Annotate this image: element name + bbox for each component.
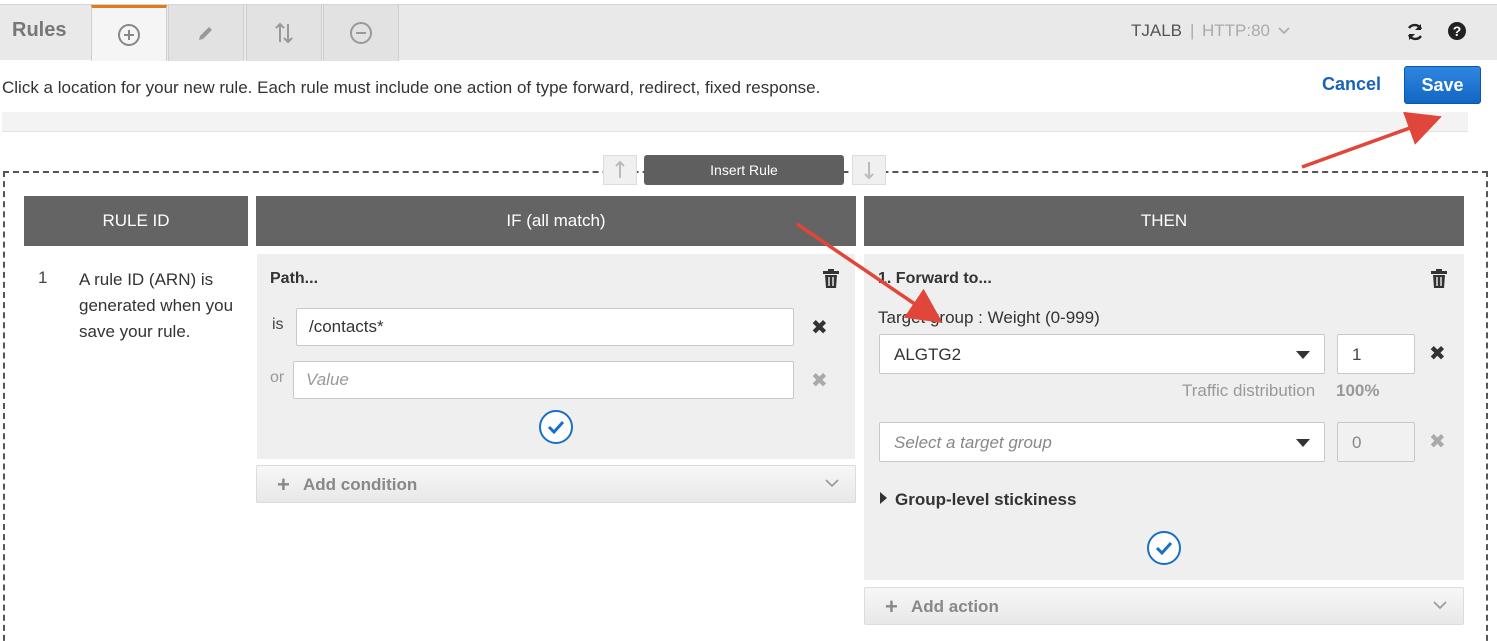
trash-icon[interactable]: [1430, 269, 1448, 289]
insert-below-button[interactable]: [852, 155, 886, 185]
if-column-header: IF (all match): [256, 196, 856, 246]
traffic-distribution-label: Traffic distribution: [1182, 381, 1316, 400]
listener-selector[interactable]: HTTP:80: [1202, 21, 1270, 41]
instruction-text: Click a location for your new rule. Each…: [2, 78, 821, 97]
refresh-icon[interactable]: [1404, 21, 1426, 43]
listener-separator: |: [1190, 21, 1195, 40]
remove-circle-icon: [350, 22, 372, 44]
rule-id-column-header: RULE ID: [24, 196, 248, 246]
reorder-rule-tab[interactable]: [246, 5, 322, 61]
path-value-input[interactable]: [296, 308, 794, 346]
delete-rule-tab[interactable]: [323, 5, 399, 61]
edit-rule-tab[interactable]: [168, 5, 244, 61]
add-condition-button[interactable]: + Add condition: [256, 465, 856, 503]
help-icon[interactable]: ?: [1447, 21, 1467, 41]
or-label: or: [270, 369, 285, 386]
chevron-down-icon[interactable]: [1278, 27, 1290, 35]
close-icon[interactable]: ✖: [1429, 344, 1446, 364]
close-icon[interactable]: ✖: [1429, 432, 1446, 452]
add-condition-label: Add condition: [303, 475, 418, 494]
then-column-header: THEN: [864, 196, 1464, 246]
close-icon[interactable]: ✖: [811, 371, 828, 391]
group-stickiness-label: Group-level stickiness: [895, 490, 1077, 509]
add-action-button[interactable]: + Add action: [864, 587, 1464, 625]
cancel-button[interactable]: Cancel: [1322, 74, 1381, 95]
add-rule-tab[interactable]: [91, 5, 167, 61]
rules-toolbar: Rules TJALB | HTTP:80 ?: [0, 4, 1497, 61]
insert-rule-label[interactable]: Insert Rule: [644, 155, 844, 185]
plus-icon: +: [885, 594, 898, 619]
add-action-label: Add action: [911, 597, 999, 616]
target-group-placeholder: Select a target group: [894, 433, 1052, 452]
caret-right-icon: [880, 492, 887, 504]
instruction-strip: [2, 112, 1468, 132]
chevron-down-icon: [825, 479, 839, 488]
load-balancer-name: TJALB: [1131, 21, 1183, 40]
group-stickiness-toggle[interactable]: Group-level stickiness: [880, 490, 1076, 510]
weight-input[interactable]: 0: [1337, 422, 1415, 462]
target-group-weight-label: Target group : Weight (0-999): [878, 308, 1100, 327]
dropdown-caret-icon: [1296, 351, 1310, 359]
confirm-condition-button[interactable]: [539, 410, 573, 444]
plus-icon: +: [277, 472, 290, 497]
close-icon[interactable]: ✖: [811, 318, 828, 338]
confirm-action-button[interactable]: [1147, 531, 1181, 565]
weight-input[interactable]: 1: [1337, 334, 1415, 374]
action-title: 1. Forward to...: [878, 270, 992, 287]
target-group-select[interactable]: Select a target group: [879, 422, 1325, 462]
reorder-icon: [275, 22, 293, 44]
pencil-icon: [199, 27, 212, 40]
chevron-down-icon: [1433, 601, 1447, 610]
dropdown-caret-icon: [1296, 439, 1310, 447]
rule-description: A rule ID (ARN) is generated when you sa…: [79, 270, 234, 341]
check-icon: [547, 420, 565, 434]
condition-title: Path...: [270, 270, 319, 287]
svg-text:?: ?: [1453, 23, 1462, 39]
path-or-value-input[interactable]: [293, 361, 794, 399]
target-group-value: ALGTG2: [894, 345, 962, 364]
save-button[interactable]: Save: [1404, 66, 1481, 104]
add-circle-icon: [118, 23, 140, 46]
rule-number: 1: [38, 268, 48, 287]
rules-title: Rules: [12, 19, 67, 41]
check-icon: [1155, 541, 1173, 555]
target-group-select[interactable]: ALGTG2: [879, 334, 1325, 374]
is-label: is: [272, 316, 284, 333]
insert-above-button[interactable]: [603, 155, 637, 185]
traffic-distribution-value: 100%: [1336, 381, 1380, 400]
arrow-up-icon: [615, 160, 625, 178]
trash-icon[interactable]: [822, 269, 840, 289]
arrow-down-icon: [864, 162, 874, 180]
